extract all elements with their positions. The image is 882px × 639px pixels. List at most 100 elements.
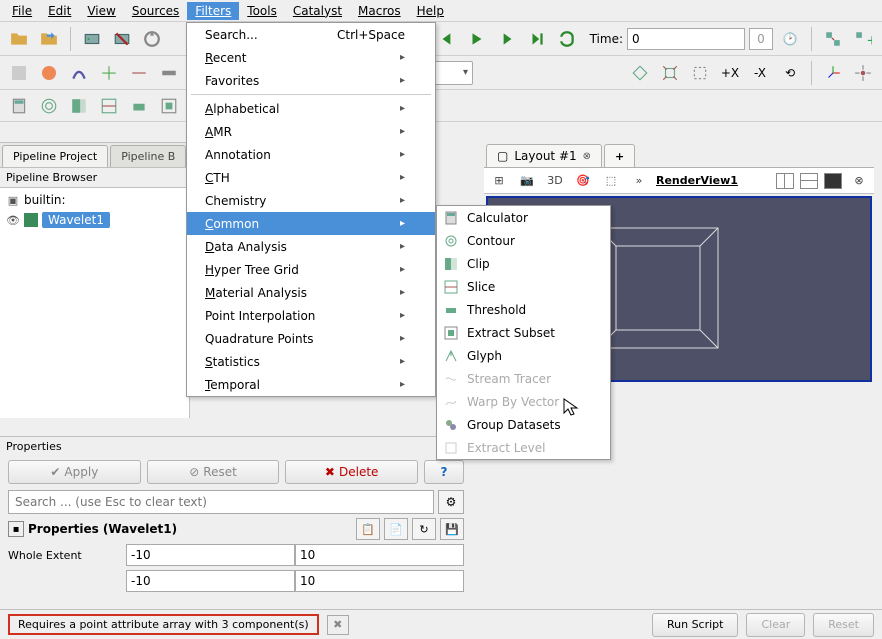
runaScript-button[interactable]: Run Script: [652, 613, 739, 637]
filters-common-item[interactable]: Common▸: [187, 212, 435, 235]
clip-item[interactable]: Clip: [437, 252, 610, 275]
save-data-button[interactable]: [36, 26, 62, 52]
prev-frame-button[interactable]: [434, 26, 460, 52]
extent-x1-input[interactable]: [295, 544, 464, 566]
camera-button[interactable]: 📷: [516, 171, 538, 191]
visibility-icon[interactable]: 👁: [6, 214, 20, 227]
filters-material-analysis-item[interactable]: Material Analysis▸: [187, 281, 435, 304]
filters-amr-item[interactable]: AMR▸: [187, 120, 435, 143]
contour-item[interactable]: Contour: [437, 229, 610, 252]
extract-subset-filter-button[interactable]: [156, 93, 182, 119]
rescale-custom-button[interactable]: [96, 60, 122, 86]
axes-toggle-button[interactable]: [820, 60, 846, 86]
reset-camera-button[interactable]: [627, 60, 653, 86]
rescale-button[interactable]: [66, 60, 92, 86]
close-layout-icon[interactable]: ⊗: [583, 151, 591, 162]
group-datasets-item[interactable]: Group Datasets: [437, 413, 610, 436]
slice-item[interactable]: Slice: [437, 275, 610, 298]
calculator-item[interactable]: Calculator: [437, 206, 610, 229]
close-view-button[interactable]: ⊗: [848, 171, 870, 191]
clip-filter-button[interactable]: [66, 93, 92, 119]
apply-button[interactable]: ✔Apply: [8, 460, 141, 484]
menu-tools[interactable]: Tools: [239, 2, 285, 20]
selection-link-button[interactable]: [820, 26, 846, 52]
edit-colormap-button[interactable]: [156, 60, 182, 86]
extract-subset-item[interactable]: Extract Subset: [437, 321, 610, 344]
rotate-button[interactable]: ⟲: [777, 60, 803, 86]
properties-search-input[interactable]: [8, 490, 434, 514]
next-frame-button[interactable]: [494, 26, 520, 52]
more-icon[interactable]: »: [628, 171, 650, 191]
time-value-input[interactable]: [627, 28, 745, 50]
advanced-toggle-button[interactable]: ⚙: [438, 490, 464, 514]
add-layout-tab[interactable]: +: [604, 144, 635, 167]
select-cells-button[interactable]: ⬚: [600, 171, 622, 191]
menu-filters[interactable]: Filters: [187, 2, 239, 20]
filters-annotation-item[interactable]: Annotation▸: [187, 143, 435, 166]
time-forward-button[interactable]: 🕑: [777, 26, 803, 52]
clear-button[interactable]: Clear: [746, 613, 805, 637]
center-axes-button[interactable]: [850, 60, 876, 86]
filters-recent-item[interactable]: Recent▸: [187, 46, 435, 69]
threshold-filter-button[interactable]: [126, 93, 152, 119]
extent-y1-input[interactable]: [295, 570, 464, 592]
maximize-button[interactable]: [824, 173, 842, 189]
menu-sources[interactable]: Sources: [124, 2, 187, 20]
menu-edit[interactable]: Edit: [40, 2, 79, 20]
layout-tab-1[interactable]: ▢ Layout #1 ⊗: [486, 144, 602, 167]
mode-3d-button[interactable]: 3D: [544, 171, 566, 191]
glyph-item[interactable]: Glyph: [437, 344, 610, 367]
menu-file[interactable]: File: [4, 2, 40, 20]
filters-point-interpolation-item[interactable]: Point Interpolation▸: [187, 304, 435, 327]
extent-y0-input[interactable]: [126, 570, 295, 592]
rescale-visible-button[interactable]: [126, 60, 152, 86]
help-button[interactable]: ?: [424, 460, 464, 484]
save-defaults-button[interactable]: 💾: [440, 518, 464, 540]
menu-help[interactable]: Help: [409, 2, 452, 20]
last-frame-button[interactable]: [524, 26, 550, 52]
copy-button[interactable]: 📋: [356, 518, 380, 540]
paste-button[interactable]: 📄: [384, 518, 408, 540]
split-vertical-button[interactable]: [800, 173, 818, 189]
split-horizontal-button[interactable]: [776, 173, 794, 189]
reset-properties-button[interactable]: ⊘Reset: [147, 460, 280, 484]
view-minus-x-button[interactable]: -X: [747, 60, 773, 86]
filters-temporal-item[interactable]: Temporal▸: [187, 373, 435, 396]
delete-button[interactable]: ✖Delete: [285, 460, 418, 484]
load-state-button[interactable]: [139, 26, 165, 52]
filters-search-item[interactable]: Search...Ctrl+Space: [187, 23, 435, 46]
render-options-button[interactable]: ⊞: [488, 171, 510, 191]
view-plus-x-button[interactable]: +X: [717, 60, 743, 86]
adjust-camera-button[interactable]: 🎯: [572, 171, 594, 191]
filters-alphabetical-item[interactable]: Alphabetical▸: [187, 97, 435, 120]
filters-favorites-item[interactable]: Favorites▸: [187, 69, 435, 92]
slice-filter-button[interactable]: [96, 93, 122, 119]
open-file-button[interactable]: [6, 26, 32, 52]
status-close-button[interactable]: ✖: [327, 615, 349, 635]
play-button[interactable]: [464, 26, 490, 52]
zoom-to-box-button[interactable]: [687, 60, 713, 86]
filters-data-analysis-item[interactable]: Data Analysis▸: [187, 235, 435, 258]
reset-section-button[interactable]: ↻: [412, 518, 436, 540]
menu-view[interactable]: View: [79, 2, 123, 20]
loop-button[interactable]: [554, 26, 580, 52]
solid-color-button[interactable]: [6, 60, 32, 86]
time-index-input[interactable]: [749, 28, 773, 50]
reset-script-button[interactable]: Reset: [813, 613, 874, 637]
zoom-to-data-button[interactable]: [657, 60, 683, 86]
filters-hyper-tree-grid-item[interactable]: Hyper Tree Grid▸: [187, 258, 435, 281]
filters-cth-item[interactable]: CTH▸: [187, 166, 435, 189]
pipeline-item-wavelet1[interactable]: 👁 Wavelet1: [2, 210, 187, 230]
pipeline-root[interactable]: ▣ builtin:: [2, 190, 187, 210]
calculator-filter-button[interactable]: [6, 93, 32, 119]
selection-add-button[interactable]: +: [850, 26, 876, 52]
extent-x0-input[interactable]: [126, 544, 295, 566]
color-map-button[interactable]: [36, 60, 62, 86]
tab-pipeline-browser[interactable]: Pipeline B: [110, 145, 186, 167]
filters-chemistry-item[interactable]: Chemistry▸: [187, 189, 435, 212]
menu-catalyst[interactable]: Catalyst: [285, 2, 350, 20]
connect-button[interactable]: [79, 26, 105, 52]
tab-pipeline-project[interactable]: Pipeline Project: [2, 145, 108, 167]
contour-filter-button[interactable]: [36, 93, 62, 119]
threshold-item[interactable]: Threshold: [437, 298, 610, 321]
